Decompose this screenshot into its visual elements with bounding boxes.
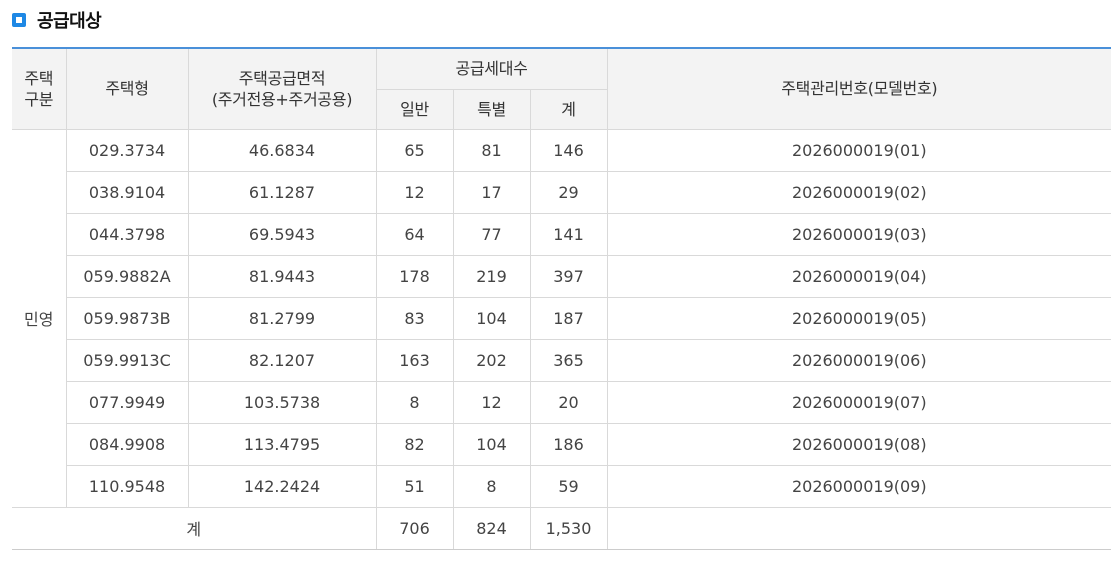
cell-general: 83 (375, 296, 454, 340)
cell-mgmt: 2026000019(03) (606, 212, 1112, 256)
table-body: 민영 029.3734 46.6834 65 81 146 2026000019(01) 03… (12, 128, 1112, 550)
total-general: 706 (375, 506, 454, 550)
cell-mgmt: 2026000019(05) (606, 296, 1112, 340)
table-header: 주택 구분 주택형 주택공급면적 (주거전용+주거공용) 공급세대수 주택관리번… (12, 47, 1112, 130)
cell-general: 8 (375, 380, 454, 424)
cell-area: 61.1287 (187, 170, 377, 214)
cell-area: 81.9443 (187, 254, 377, 298)
cell-total: 187 (529, 296, 608, 340)
section-title: 공급대상 (37, 11, 102, 32)
cell-special: 8 (452, 464, 531, 508)
cell-area: 82.1207 (187, 338, 377, 382)
cell-general: 82 (375, 422, 454, 466)
cell-type: 110.9548 (66, 464, 189, 508)
cell-area: 81.2799 (187, 296, 377, 340)
header-area: 주택공급면적 (주거전용+주거공용) (187, 47, 377, 130)
cell-area: 142.2424 (187, 464, 377, 508)
cell-special: 12 (452, 380, 531, 424)
cell-area: 113.4795 (187, 422, 377, 466)
cell-total: 29 (529, 170, 608, 214)
total-total: 1,530 (529, 506, 608, 550)
cell-type: 029.3734 (65, 128, 189, 172)
cell-mgmt: 2026000019(04) (606, 254, 1112, 298)
table-row: 민영 029.3734 46.6834 65 81 146 2026000019(01) (12, 128, 1112, 508)
cell-special: 104 (452, 296, 531, 340)
cell-mgmt: 2026000019(09) (606, 464, 1112, 508)
header-total: 계 (529, 88, 608, 130)
cell-type: 084.9908 (66, 422, 189, 466)
header-households: 공급세대수 (375, 47, 608, 90)
cell-special: 81 (452, 128, 531, 172)
cell-mgmt: 2026000019(08) (606, 422, 1112, 466)
cell-general: 163 (375, 338, 454, 382)
cell-mgmt: 2026000019(02) (606, 170, 1112, 214)
cell-area: 46.6834 (187, 128, 377, 172)
cell-mgmt: 2026000019(06) (606, 338, 1112, 382)
cell-type: 059.9882A (66, 254, 189, 298)
cell-mgmt: 2026000019(01) (606, 128, 1112, 172)
cell-special: 77 (452, 212, 531, 256)
cell-special: 104 (452, 422, 531, 466)
section-header: 공급대상 (12, 6, 102, 34)
table-row: 110.9548 142.2424 51 8 59 2026000019(09) (12, 464, 1112, 508)
category-cell: 민영 (12, 128, 67, 508)
square-bullet-icon (12, 13, 26, 27)
total-mgmt (606, 506, 1112, 550)
table-row: 059.9882A 81.9443 178 219 397 2026000019(04) (12, 254, 1112, 298)
header-general: 일반 (376, 88, 454, 130)
table-row: 059.9873B 81.2799 83 104 187 2026000019(05) (12, 296, 1112, 340)
cell-mgmt: 2026000019(07) (606, 380, 1112, 424)
table-row: 044.3798 69.5943 64 77 141 2026000019(03) (12, 212, 1112, 256)
total-special: 824 (452, 506, 531, 550)
table-row: 077.9949 103.5738 8 12 20 2026000019(07) (12, 380, 1112, 424)
cell-total: 59 (529, 464, 608, 508)
cell-total: 146 (529, 128, 608, 172)
cell-general: 12 (375, 170, 454, 214)
supply-target-table: 주택 구분 주택형 주택공급면적 (주거전용+주거공용) 공급세대수 주택관리번… (12, 47, 1112, 550)
cell-type: 077.9949 (66, 380, 189, 424)
cell-total: 186 (529, 422, 608, 466)
total-label: 계 (12, 506, 377, 550)
cell-type: 038.9104 (66, 170, 189, 214)
cell-general: 65 (375, 128, 454, 172)
header-type: 주택형 (65, 47, 189, 130)
cell-special: 17 (452, 170, 531, 214)
cell-total: 397 (529, 254, 608, 298)
table-row: 038.9104 61.1287 12 17 29 2026000019(02) (12, 170, 1112, 214)
cell-total: 141 (529, 212, 608, 256)
cell-area: 103.5738 (187, 380, 377, 424)
header-category: 주택 구분 (12, 47, 67, 130)
table-row: 059.9913C 82.1207 163 202 365 2026000019(06) (12, 338, 1112, 382)
cell-general: 178 (375, 254, 454, 298)
cell-type: 044.3798 (66, 212, 189, 256)
cell-area: 69.5943 (187, 212, 377, 256)
cell-type: 059.9913C (66, 338, 189, 382)
total-row: 계 706 824 1,530 (12, 506, 1112, 550)
header-special: 특별 (452, 88, 531, 130)
header-mgmt-number: 주택관리번호(모델번호) (606, 47, 1112, 130)
cell-special: 219 (452, 254, 531, 298)
cell-general: 64 (375, 212, 454, 256)
cell-special: 202 (452, 338, 531, 382)
cell-general: 51 (375, 464, 454, 508)
cell-type: 059.9873B (66, 296, 189, 340)
cell-total: 365 (529, 338, 608, 382)
table-row: 084.9908 113.4795 82 104 186 2026000019(08) (12, 422, 1112, 466)
cell-total: 20 (529, 380, 608, 424)
